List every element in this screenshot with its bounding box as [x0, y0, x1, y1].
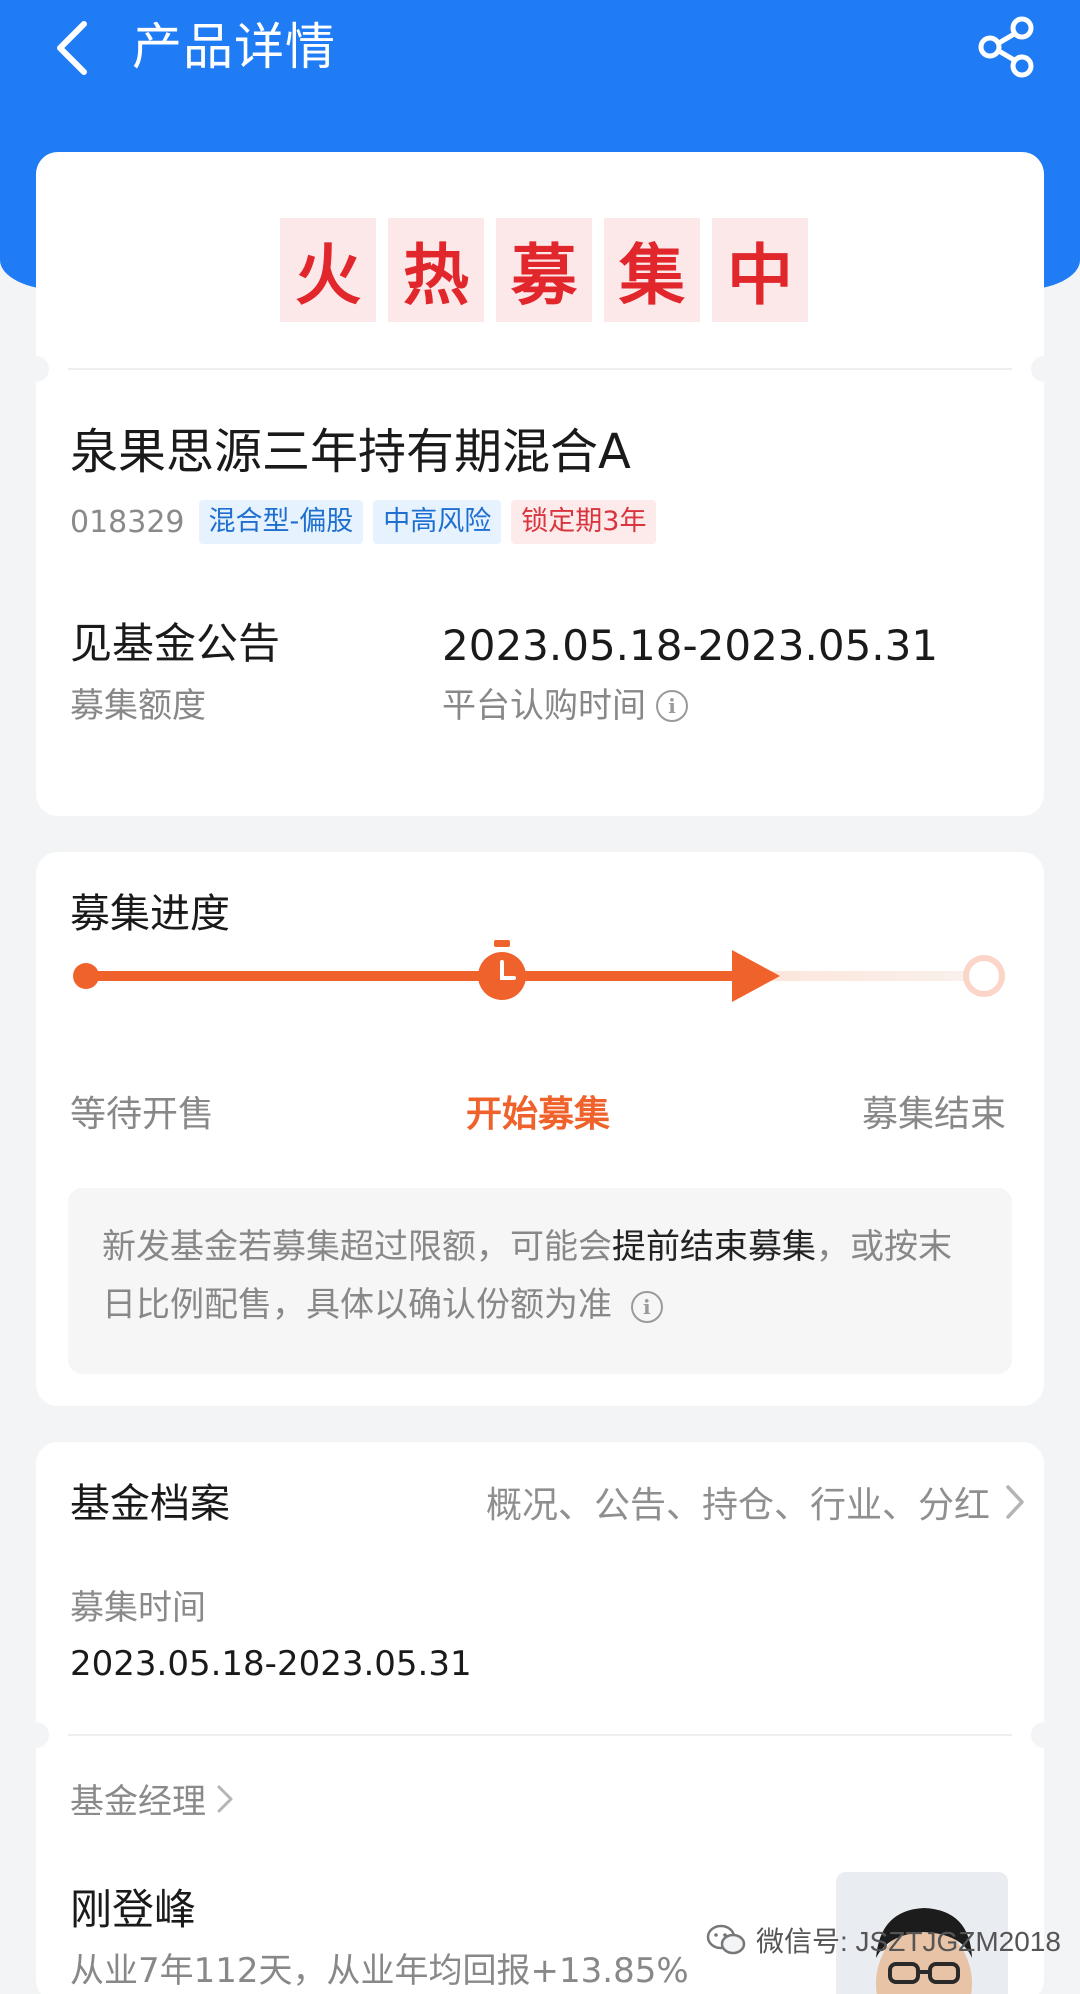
- subscription-period-label: 平台认购时间 i: [442, 682, 688, 730]
- fund-manager-link-text: 基金经理: [70, 1782, 206, 1822]
- divider: [68, 368, 1012, 370]
- timer-icon: [478, 940, 526, 1000]
- fund-code: 018329: [70, 504, 185, 540]
- card-notch-right: [1031, 1722, 1057, 1748]
- info-icon[interactable]: i: [656, 690, 688, 722]
- step-start-dot: [73, 963, 99, 989]
- back-button[interactable]: [44, 16, 100, 80]
- quota-label-text: 募集额度: [70, 686, 206, 726]
- chevron-right-icon: [217, 1785, 233, 1812]
- subscription-period-value: 2023.05.18-2023.05.31: [442, 621, 939, 670]
- step-label-waiting: 等待开售: [70, 1094, 215, 1135]
- archive-title: 基金档案: [70, 1481, 230, 1527]
- step-label-started: 开始募集: [466, 1094, 611, 1135]
- lock-period-tag: 锁定期3年: [511, 500, 657, 544]
- archive-links-button[interactable]: 概况、公告、持仓、行业、分红: [486, 1476, 1026, 1528]
- progress-track: [73, 940, 1005, 1002]
- share-icon: [978, 16, 1034, 78]
- progress-track-filled: [86, 971, 766, 981]
- fundraising-banner: 火 热 募 集 中: [280, 218, 808, 322]
- banner-char: 中: [712, 218, 808, 322]
- card-notch-left: [23, 1722, 49, 1748]
- card-notch-left: [23, 356, 49, 382]
- info-icon[interactable]: i: [630, 1290, 663, 1323]
- notice-emphasis: 提前结束募集: [612, 1227, 816, 1267]
- banner-char: 热: [388, 218, 484, 322]
- share-button[interactable]: [972, 12, 1042, 82]
- archive-links-text: 概况、公告、持仓、行业、分红: [485, 1485, 990, 1526]
- fund-type-tag: 混合型-偏股: [198, 500, 364, 544]
- card-notch-right: [1031, 356, 1057, 382]
- progress-arrow-icon: [732, 950, 780, 1002]
- subscription-period-label-text: 平台认购时间: [442, 686, 646, 726]
- fund-meta-row: 018329 混合型-偏股 中高风险 锁定期3年: [70, 500, 657, 544]
- manager-description: 从业7年112天，从业年均回报+13.85%: [70, 1951, 689, 1991]
- fund-archive-card: 基金档案 概况、公告、持仓、行业、分红 募集时间 2023.05.18-2023…: [23, 1442, 1057, 1994]
- risk-level-tag: 中高风险: [373, 500, 502, 544]
- fundraising-time-label: 募集时间: [70, 1588, 206, 1628]
- step-end-dot: [963, 955, 1005, 997]
- manager-name: 刚登峰: [70, 1885, 197, 1934]
- chevron-right-icon: [1006, 1485, 1024, 1519]
- fundraising-time-value: 2023.05.18-2023.05.31: [70, 1644, 472, 1684]
- fund-summary-card: 火 热 募 集 中 泉果思源三年持有期混合A 018329 混合型-偏股 中高风…: [23, 152, 1057, 816]
- progress-card: 募集进度 等待开售 开始募集 募集结束 新发基金若募集超过限额，可能会提前结束募…: [36, 852, 1044, 1406]
- fund-manager-link[interactable]: 基金经理: [70, 1774, 234, 1823]
- quota-value: 见基金公告: [70, 619, 281, 668]
- banner-char: 集: [604, 218, 700, 322]
- notice-box: 新发基金若募集超过限额，可能会提前结束募集，或按末日比例配售，具体以确认份额为准…: [68, 1188, 1012, 1374]
- banner-char: 火: [280, 218, 376, 322]
- wechat-watermark: 微信号: JSZTJGZM2018: [706, 1920, 1061, 1960]
- divider: [68, 1734, 1012, 1736]
- wechat-icon: [706, 1924, 746, 1955]
- page-title: 产品详情: [132, 18, 336, 76]
- fund-name: 泉果思源三年持有期混合A: [70, 424, 631, 480]
- top-navigation-bar: 产品详情: [0, 0, 1080, 100]
- banner-char: 募: [496, 218, 592, 322]
- notice-text: 新发基金若募集超过限额，可能会: [102, 1227, 612, 1267]
- chevron-left-icon: [57, 21, 87, 75]
- quota-label: 募集额度: [70, 682, 206, 730]
- watermark-text: 微信号: JSZTJGZM2018: [756, 1926, 1061, 1957]
- step-label-ended: 募集结束: [862, 1094, 1007, 1135]
